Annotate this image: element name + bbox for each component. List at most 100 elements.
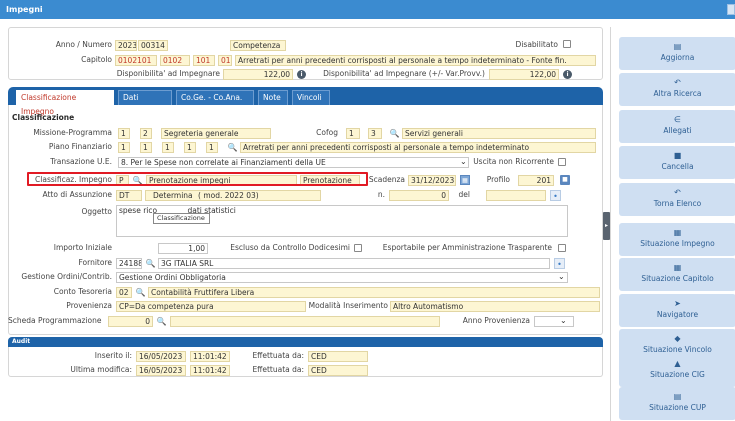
escluso-checkbox[interactable] xyxy=(354,244,362,252)
situazione-cup-label: Situazione CUP xyxy=(649,403,706,412)
search-icon[interactable]: 🔍 xyxy=(227,142,238,153)
missione-code-2[interactable]: 2 xyxy=(140,128,152,139)
scadenza-field[interactable]: 31/12/2023 xyxy=(408,175,456,186)
aggiorna-button[interactable]: ▤ Aggiorna xyxy=(619,37,735,70)
ultima-modifica-time: 11:01:42 xyxy=(190,365,230,376)
profilo-field[interactable]: 201 xyxy=(518,175,554,186)
importo-iniziale-label: Importo Iniziale xyxy=(53,243,112,252)
competenza-field[interactable]: Competenza xyxy=(230,40,286,51)
paperclip-icon: ∈ xyxy=(674,115,681,124)
sidebar-collapse-handle[interactable]: ▸ xyxy=(603,212,610,240)
n-label: n. xyxy=(377,190,385,199)
search-icon[interactable]: 🔍 xyxy=(156,316,167,327)
piano-code-2[interactable]: 1 xyxy=(140,142,152,153)
chevron-down-icon[interactable]: ⌄ xyxy=(460,157,467,166)
situazione-cup-button[interactable]: ▤ Situazione CUP xyxy=(619,387,735,420)
esportabile-checkbox[interactable] xyxy=(558,244,566,252)
piano-code-4[interactable]: 1 xyxy=(184,142,196,153)
atto-code-field[interactable]: DT xyxy=(116,190,142,201)
conto-code-field[interactable]: 02 xyxy=(116,287,132,298)
tab-dati-aggiuntivi[interactable]: Dati Aggiuntivi xyxy=(118,90,172,116)
capitolo-code-2[interactable]: 0102 xyxy=(160,55,190,66)
oggetto-label: Oggetto xyxy=(81,207,112,216)
importo-iniziale-field[interactable]: 1,00 xyxy=(158,243,208,254)
disabilitato-checkbox[interactable] xyxy=(563,40,571,48)
missione-code-1[interactable]: 1 xyxy=(118,128,130,139)
info-icon[interactable]: i xyxy=(297,70,306,79)
cancella-button[interactable]: ■ Cancella xyxy=(619,146,735,179)
cofog-code-2[interactable]: 3 xyxy=(368,128,382,139)
piano-finanziario-label: Piano Finanziario xyxy=(48,142,112,151)
n-field[interactable]: 0 xyxy=(389,190,449,201)
torna-elenco-button[interactable]: ↶ Torna Elenco xyxy=(619,183,735,216)
capitolo-code-3[interactable]: 101 xyxy=(193,55,215,66)
modalita-field[interactable]: Altro Automatismo xyxy=(390,301,600,312)
situazione-cig-button[interactable]: ▲ Situazione CIG xyxy=(619,354,735,387)
fornitore-code-field[interactable]: 24188 xyxy=(116,258,142,269)
grid-icon: ▦ xyxy=(673,263,682,272)
tab-note[interactable]: Note xyxy=(258,90,288,105)
piano-code-5[interactable]: 1 xyxy=(206,142,218,153)
calendar-icon[interactable]: ▦ xyxy=(460,175,470,185)
situazione-capitolo-button[interactable]: ▦ Situazione Capitolo xyxy=(619,258,735,291)
piano-code-1[interactable]: 1 xyxy=(118,142,130,153)
window-titlebar: Impegni xyxy=(0,0,735,19)
anno-field[interactable]: 2023 xyxy=(115,40,137,51)
tab-coge-coana[interactable]: Co.Ge. - Co.Ana. xyxy=(176,90,254,105)
search-icon[interactable]: 🔍 xyxy=(389,128,400,139)
navigatore-button[interactable]: ➤ Navigatore xyxy=(619,294,735,327)
missione-label: Missione-Programma xyxy=(33,128,112,137)
piano-code-3[interactable]: 1 xyxy=(162,142,174,153)
modalita-label: Modalità Inserimento xyxy=(308,301,388,310)
search-icon[interactable]: 🔍 xyxy=(145,258,156,269)
lock-icon[interactable]: ■ xyxy=(560,175,570,185)
disponibilita-var-value: 122,00 xyxy=(489,69,559,80)
anno-numero-label: Anno / Numero xyxy=(55,40,112,49)
cofog-code-1[interactable]: 1 xyxy=(346,128,360,139)
inserito-by: CED xyxy=(308,351,368,362)
chevron-down-icon[interactable]: ⌄ xyxy=(560,316,567,325)
window-close-button[interactable] xyxy=(727,4,735,15)
situazione-impegno-button[interactable]: ▦ Situazione Impegno xyxy=(619,223,735,256)
situazione-impegno-label: Situazione Impegno xyxy=(640,239,715,248)
chevron-down-icon[interactable]: ⌄ xyxy=(558,272,565,281)
capitolo-description: Arretrati per anni precedenti corrispost… xyxy=(235,55,596,66)
numero-field[interactable]: 00314 xyxy=(138,40,168,51)
audit-section-header: Audit xyxy=(8,337,603,347)
altra-ricerca-label: Altra Ricerca xyxy=(653,89,702,98)
back-arrow-icon: ↶ xyxy=(674,188,681,197)
window-title: Impegni xyxy=(6,5,43,14)
cancella-label: Cancella xyxy=(661,162,694,171)
fornitore-detail-icon[interactable]: • xyxy=(554,258,565,269)
ultima-modifica-label: Ultima modifica: xyxy=(70,365,132,374)
conto-tesoreria-label: Conto Tesoreria xyxy=(53,287,112,296)
search-icon[interactable]: 🔍 xyxy=(135,287,146,298)
capitolo-code-4[interactable]: 01 xyxy=(218,55,232,66)
inserito-label: Inserito il: xyxy=(94,351,132,360)
transazione-ue-select[interactable]: 8. Per le Spese non correlate ai Finanzi… xyxy=(118,157,469,168)
disabilitato-label: Disabilitato xyxy=(515,40,558,49)
allegati-button[interactable]: ∈ Allegati xyxy=(619,110,735,143)
back-arrow-icon: ↶ xyxy=(674,78,681,87)
scheda-code-field[interactable]: 0 xyxy=(108,316,153,327)
grid-icon: ▦ xyxy=(673,228,682,237)
pin-icon: ◆ xyxy=(674,334,681,343)
capitolo-code-1[interactable]: 0102101 xyxy=(115,55,157,66)
anno-provenienza-select[interactable] xyxy=(534,316,574,327)
gestione-ordini-select[interactable]: Gestione Ordini Obbligatoria xyxy=(116,272,568,283)
gestione-ordini-label: Gestione Ordini/Contrib. xyxy=(21,272,112,281)
uscita-non-ricorrente-checkbox[interactable] xyxy=(558,158,566,166)
info-icon[interactable]: i xyxy=(563,70,572,79)
save-icon: ▤ xyxy=(673,42,682,51)
tab-vincoli[interactable]: Vincoli xyxy=(292,90,330,105)
anno-provenienza-label: Anno Provenienza xyxy=(462,316,530,325)
tab-classificazione-impegno[interactable]: Classificazione Impegno xyxy=(16,90,114,116)
provenienza-field[interactable]: CP=Da competenza pura xyxy=(116,301,306,312)
esportabile-label: Esportabile per Amministrazione Traspare… xyxy=(382,243,552,252)
disponibilita-value: 122,00 xyxy=(223,69,293,80)
capitolo-label: Capitolo xyxy=(81,55,112,64)
stamp-icon[interactable]: • xyxy=(550,190,561,201)
cofog-label: Cofog xyxy=(316,128,338,137)
altra-ricerca-button[interactable]: ↶ Altra Ricerca xyxy=(619,73,735,106)
del-field[interactable] xyxy=(486,190,546,201)
